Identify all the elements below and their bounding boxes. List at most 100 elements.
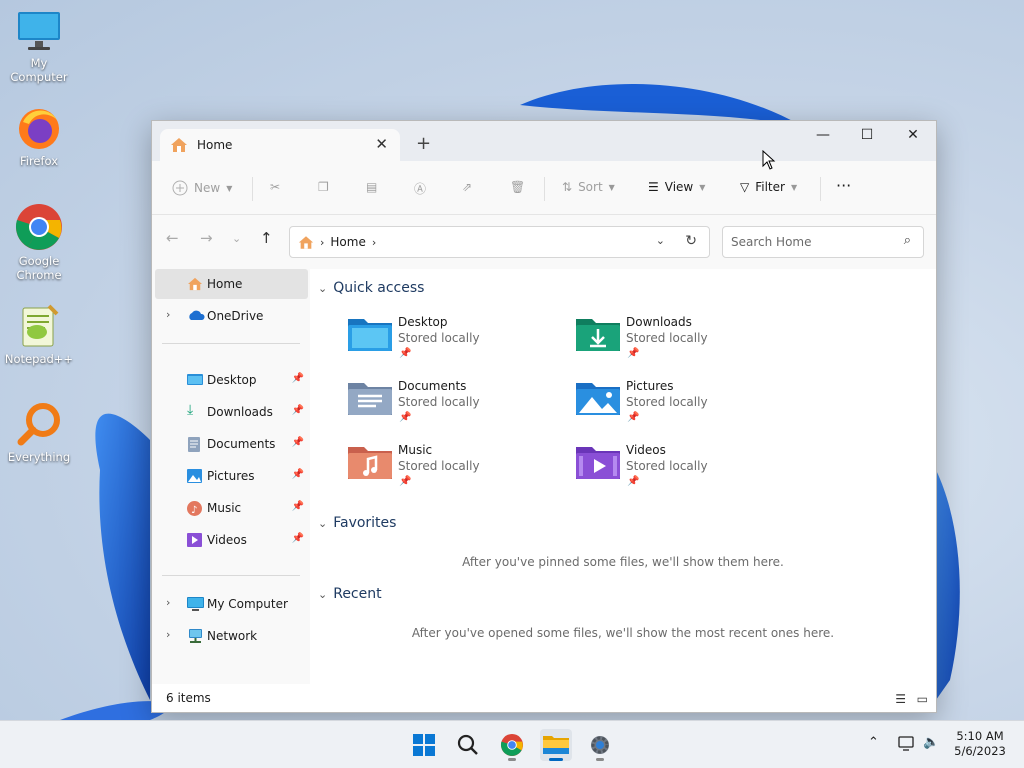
- breadcrumb-home[interactable]: Home: [330, 235, 365, 249]
- forward-arrow-icon[interactable]: →: [200, 229, 213, 247]
- pin-icon: 📌: [627, 412, 640, 423]
- quick-access-documents[interactable]: Documents Stored locally 📌: [348, 379, 548, 435]
- pin-icon: 📌: [291, 501, 304, 512]
- taskbar-settings[interactable]: [584, 729, 616, 761]
- share-icon[interactable]: ⇗: [462, 180, 472, 194]
- chrome-icon: [15, 204, 62, 250]
- desktop-icon-chrome[interactable]: Google Chrome: [2, 202, 76, 282]
- toolbar-divider: [544, 177, 545, 201]
- new-button[interactable]: New ▼: [172, 180, 232, 196]
- videos-icon: [187, 533, 202, 547]
- collapse-chevron-icon[interactable]: ⌄: [318, 282, 327, 295]
- quick-access-pictures[interactable]: Pictures Stored locally 📌: [576, 379, 776, 435]
- chrome-icon: [500, 733, 524, 757]
- title-bar[interactable]: Home ✕ + — ☐ ✕: [152, 121, 936, 161]
- pin-icon: 📌: [291, 437, 304, 448]
- taskbar-file-explorer[interactable]: [540, 729, 572, 761]
- show-hidden-icons-chevron[interactable]: ⌃: [868, 735, 879, 750]
- quick-access-desktop[interactable]: Desktop Stored locally 📌: [348, 315, 548, 371]
- search-input[interactable]: [731, 235, 891, 249]
- sort-button[interactable]: ⇅ Sort ▼: [562, 180, 615, 194]
- expand-chevron-icon[interactable]: ›: [166, 308, 170, 321]
- view-button[interactable]: ☰ View ▼: [648, 180, 705, 194]
- system-clock[interactable]: 5:10 AM 5/6/2023: [944, 729, 1016, 759]
- tab-label: Home: [197, 138, 233, 152]
- close-window-button[interactable]: ✕: [890, 127, 936, 143]
- taskbar: ⌃ 🔈 5:10 AM 5/6/2023: [0, 720, 1024, 768]
- active-indicator: [549, 758, 563, 761]
- settings-gear-icon: [591, 736, 609, 754]
- nav-item-home[interactable]: Home: [155, 269, 308, 299]
- desktop-icon-firefox[interactable]: Firefox: [2, 104, 76, 168]
- refresh-icon[interactable]: ↻: [685, 233, 697, 249]
- downloads-arrow-icon: ⤓: [187, 402, 194, 418]
- recent-empty-message: After you've opened some files, we'll sh…: [411, 626, 835, 640]
- nav-item-desktop[interactable]: Desktop 📌: [155, 365, 308, 395]
- start-button[interactable]: [408, 729, 440, 761]
- expand-chevron-icon[interactable]: ›: [166, 596, 170, 609]
- mouse-cursor-icon: [762, 150, 776, 170]
- address-bar[interactable]: › Home › ⌄ ↻: [289, 226, 710, 258]
- search-box[interactable]: ⌕: [722, 226, 924, 258]
- desktop-icon-my-computer[interactable]: My Computer: [2, 10, 76, 84]
- tiles-view-icon[interactable]: ▭: [917, 692, 928, 706]
- nav-item-onedrive[interactable]: › OneDrive: [155, 301, 308, 331]
- chevron-down-icon: ▼: [608, 182, 615, 192]
- nav-item-my-computer[interactable]: › My Computer: [155, 589, 308, 619]
- filter-button[interactable]: ▽ Filter ▼: [740, 180, 797, 194]
- collapse-chevron-icon[interactable]: ⌄: [318, 588, 327, 601]
- taskbar-chrome[interactable]: [496, 729, 528, 761]
- volume-icon[interactable]: 🔈: [923, 735, 939, 750]
- nav-item-downloads[interactable]: ⤓ Downloads 📌: [155, 397, 308, 427]
- pin-icon: 📌: [627, 348, 640, 359]
- chevron-down-icon: ▼: [790, 182, 798, 192]
- address-dropdown-icon[interactable]: ⌄: [656, 234, 665, 247]
- quick-access-downloads[interactable]: Downloads Stored locally 📌: [576, 315, 776, 371]
- desktop-folder-icon: [187, 374, 203, 385]
- taskbar-search-button[interactable]: [452, 729, 484, 761]
- breadcrumb-chevron-icon[interactable]: ›: [320, 236, 324, 249]
- nav-item-pictures[interactable]: Pictures 📌: [155, 461, 308, 491]
- breadcrumb-chevron-icon[interactable]: ›: [372, 236, 376, 249]
- desktop-icon-notepadpp[interactable]: Notepad++: [2, 302, 76, 366]
- recent-locations-chevron-icon[interactable]: ⌄: [232, 232, 241, 245]
- nav-item-network[interactable]: › Network: [155, 621, 308, 651]
- nav-item-music[interactable]: ♪ Music 📌: [155, 493, 308, 523]
- copy-icon[interactable]: ❐: [318, 180, 329, 194]
- search-icon[interactable]: ⌕: [904, 233, 911, 248]
- maximize-button[interactable]: ☐: [844, 127, 890, 143]
- section-quick-access[interactable]: ⌄ Quick access: [318, 280, 424, 296]
- running-indicator: [508, 758, 516, 761]
- expand-chevron-icon[interactable]: ›: [166, 628, 170, 641]
- minimize-button[interactable]: —: [800, 127, 846, 143]
- tab-home[interactable]: Home ✕: [160, 129, 400, 161]
- file-explorer-window: Home ✕ + — ☐ ✕ New ▼ ✂ ❐ ▤ Ⓐ ⇗ 🗑 ⇅ Sort ▼ …: [151, 120, 937, 713]
- toolbar-divider: [820, 177, 821, 201]
- view-list-icon: ☰: [648, 180, 659, 194]
- rename-icon[interactable]: Ⓐ: [414, 180, 426, 197]
- section-favorites[interactable]: ⌄ Favorites: [318, 515, 396, 531]
- more-options-button[interactable]: ···: [836, 176, 851, 195]
- monitor-icon: [187, 597, 204, 611]
- quick-access-music[interactable]: Music Stored locally 📌: [348, 443, 548, 499]
- pin-icon: 📌: [399, 476, 412, 487]
- cut-icon[interactable]: ✂: [270, 180, 280, 194]
- up-arrow-icon[interactable]: ↑: [260, 229, 273, 247]
- collapse-chevron-icon[interactable]: ⌄: [318, 517, 327, 530]
- monitor-icon: [18, 12, 60, 50]
- desktop-icon-everything[interactable]: Everything: [2, 400, 76, 464]
- notepadpp-icon: [22, 304, 59, 347]
- quick-access-videos[interactable]: Videos Stored locally 📌: [576, 443, 776, 499]
- close-tab-icon[interactable]: ✕: [375, 135, 388, 153]
- home-icon: [188, 277, 202, 291]
- back-arrow-icon[interactable]: ←: [166, 229, 179, 247]
- section-recent[interactable]: ⌄ Recent: [318, 586, 382, 602]
- new-tab-button[interactable]: +: [416, 133, 431, 154]
- nav-item-videos[interactable]: Videos 📌: [155, 525, 308, 555]
- delete-icon[interactable]: 🗑: [510, 180, 525, 194]
- details-view-icon[interactable]: ☰: [895, 692, 906, 706]
- videos-folder-icon: [576, 447, 620, 479]
- network-status-icon[interactable]: [898, 736, 916, 752]
- paste-icon[interactable]: ▤: [366, 180, 377, 194]
- nav-item-documents[interactable]: Documents 📌: [155, 429, 308, 459]
